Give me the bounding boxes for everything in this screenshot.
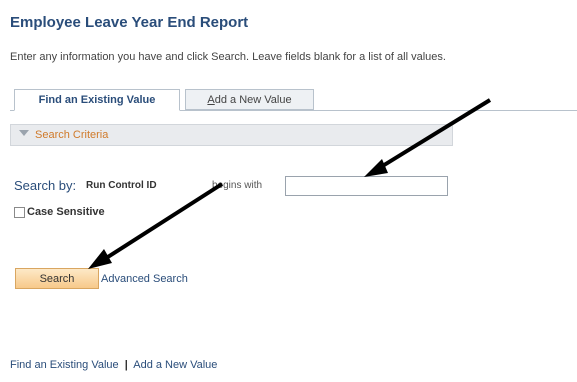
case-sensitive-label: Case Sensitive (27, 206, 105, 218)
footer-find-existing-link[interactable]: Find an Existing Value (10, 359, 119, 371)
arrow-to-search-icon (88, 182, 224, 269)
case-sensitive-checkbox[interactable] (14, 207, 25, 218)
run-control-id-label: Run Control ID (86, 180, 157, 191)
tab-add-label: dd a New Value (214, 94, 292, 106)
search-by-label: Search by: (14, 178, 77, 193)
footer-add-new-link[interactable]: Add a New Value (133, 359, 217, 371)
run-control-id-input[interactable] (285, 176, 448, 196)
tab-add-new-value[interactable]: Add a New Value (185, 89, 314, 110)
advanced-search-link[interactable]: Advanced Search (101, 273, 188, 285)
instructions-text: Enter any information you have and click… (10, 51, 446, 63)
collapse-triangle-icon[interactable] (19, 130, 29, 136)
begins-with-operator: begins with (212, 180, 263, 191)
search-button[interactable]: Search (15, 268, 99, 289)
bottom-nav-links: Find an Existing Value | Add a New Value (10, 359, 217, 371)
search-criteria-bar[interactable]: Search Criteria (10, 124, 453, 146)
page-title: Employee Leave Year End Report (10, 14, 249, 31)
search-criteria-label: Search Criteria (35, 129, 109, 141)
tab-find-existing-value[interactable]: Find an Existing Value (14, 89, 180, 111)
tab-add-accesskey: A (207, 94, 215, 106)
footer-separator: | (124, 359, 128, 371)
